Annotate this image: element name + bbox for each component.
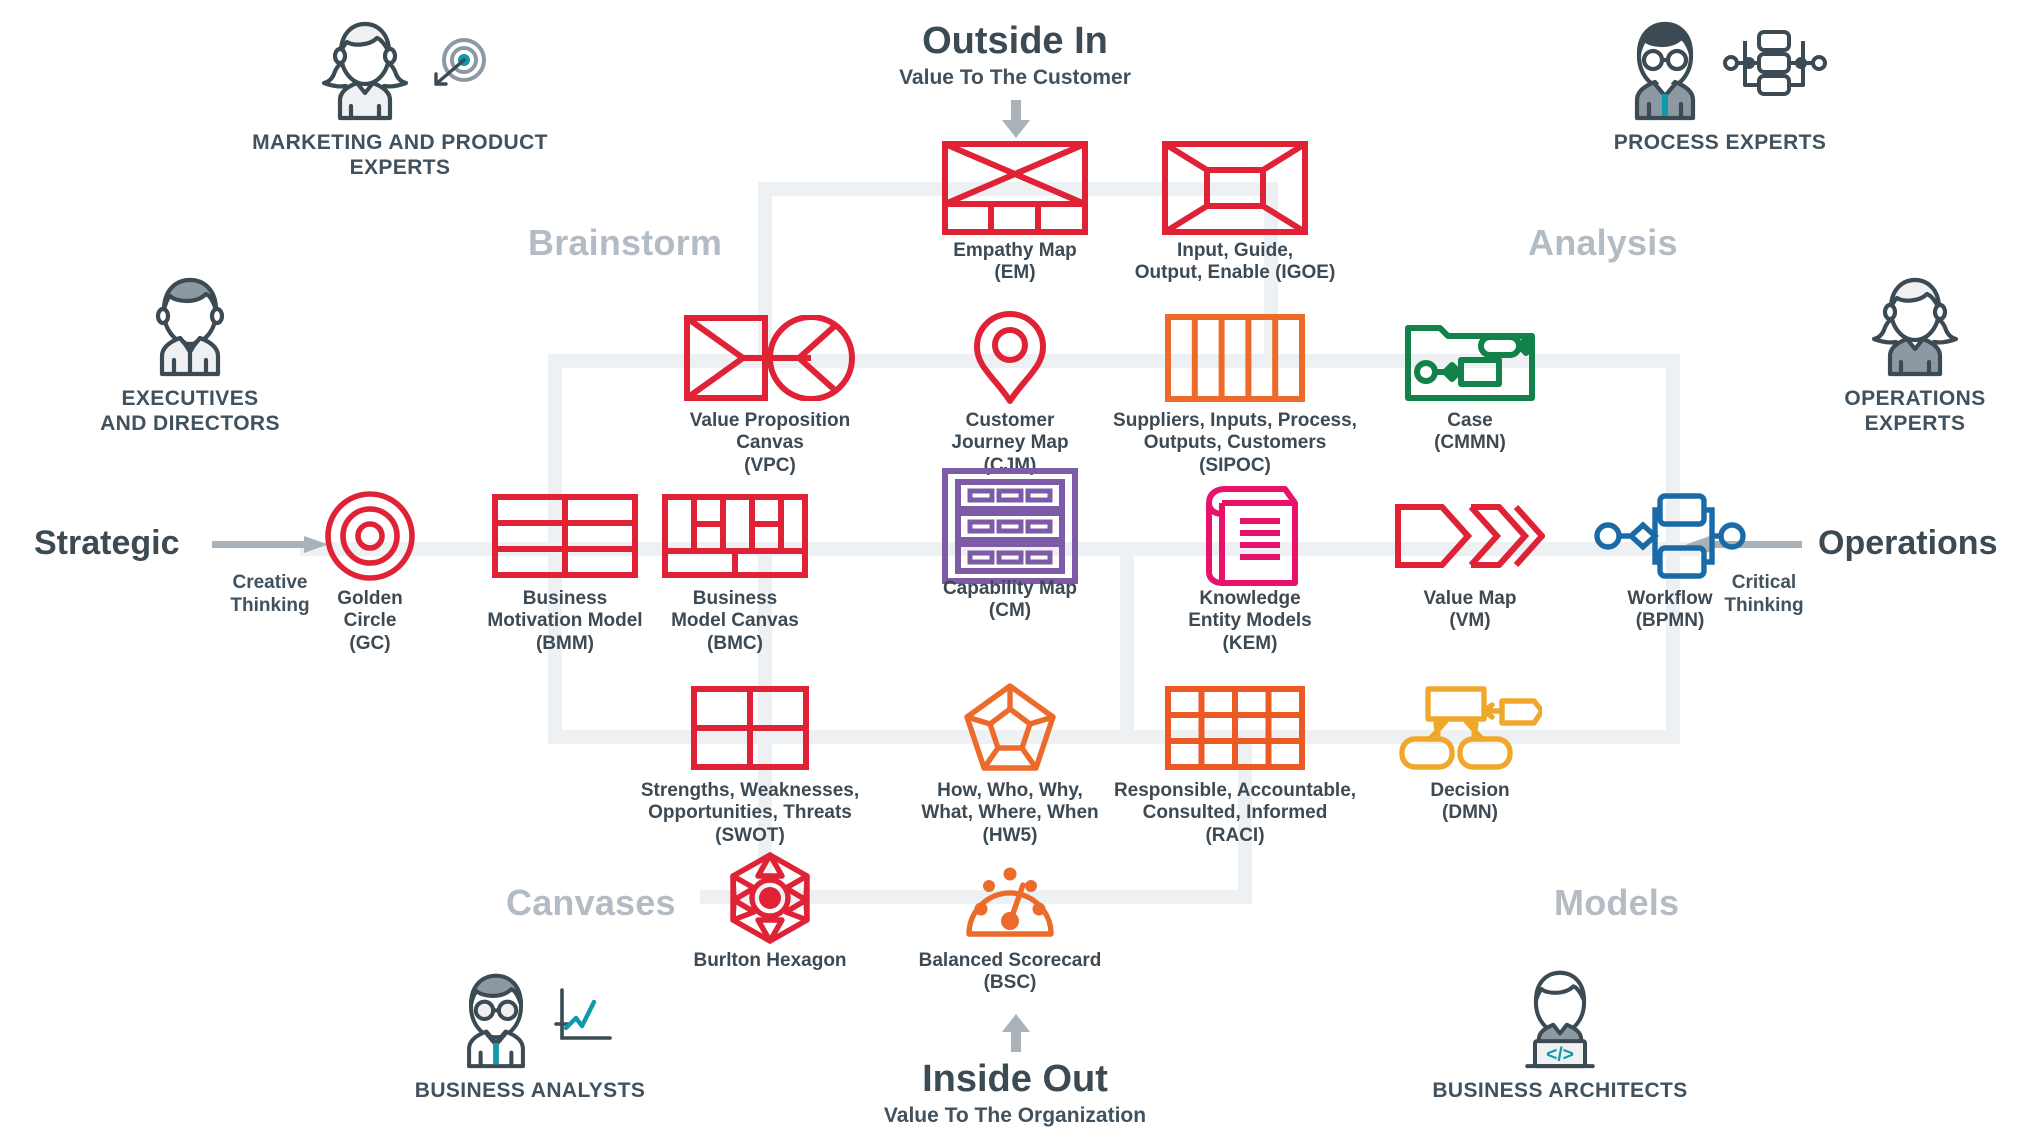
section-models: Models	[1554, 882, 1680, 923]
persona-label: PROCESS EXPERTS	[1613, 131, 1827, 154]
gauge-icon	[880, 852, 1140, 944]
analyst-avatar-with-chart-icon	[320, 962, 740, 1070]
outside-in-title: Outside In	[922, 20, 1108, 62]
operations-label: Operations	[1818, 524, 1998, 562]
down-arrow-icon	[1002, 100, 1030, 138]
tool-label: Workflow (BPMN)	[1627, 588, 1713, 632]
tool-label: Value Proposition Canvas (VPC)	[689, 410, 851, 476]
persona-label: EXECUTIVES AND DIRECTORS	[100, 387, 280, 436]
persona-operations-experts: OPERATIONS EXPERTS	[1800, 270, 2030, 436]
tool-label: Balanced Scorecard (BSC)	[918, 950, 1102, 994]
dmn-tree-icon	[1340, 682, 1600, 774]
tool-label: Strengths, Weaknesses, Opportunities, Th…	[640, 780, 860, 846]
tool-label: Input, Guide, Output, Enable (IGOE)	[1134, 240, 1336, 284]
tool-igoe[interactable]: Input, Guide, Output, Enable (IGOE)	[1080, 141, 1390, 285]
svg-text:</>: </>	[1546, 1044, 1574, 1065]
tool-label: Decision (DMN)	[1430, 780, 1510, 824]
tool-label: Responsible, Accountable, Consulted, Inf…	[1113, 780, 1357, 846]
bmc-grid-icon	[600, 490, 870, 582]
tool-raci[interactable]: Responsible, Accountable, Consulted, Inf…	[1090, 682, 1380, 847]
persona-executives-and-directors: EXECUTIVES AND DIRECTORS	[30, 270, 350, 436]
persona-label: MARKETING AND PRODUCT EXPERTS	[252, 131, 548, 180]
tool-label: Business Model Canvas (BMC)	[671, 588, 799, 654]
tool-golden-circle[interactable]: Golden Circle (GC)	[290, 490, 450, 655]
persona-business-architects: </> BUSINESS ARCHITECTS	[1330, 962, 1790, 1103]
tool-balanced-scorecard[interactable]: Balanced Scorecard (BSC)	[880, 852, 1140, 995]
female-avatar-with-target-icon	[200, 14, 600, 122]
persona-process-experts: PROCESS EXPERTS	[1520, 14, 1920, 155]
section-analysis: Analysis	[1528, 222, 1678, 263]
male-avatar-with-flowchart-icon	[1520, 14, 1920, 122]
section-brainstorm: Brainstorm	[528, 222, 723, 263]
persona-label: OPERATIONS EXPERTS	[1844, 387, 1986, 436]
executive-avatar-icon	[30, 270, 350, 378]
tool-value-proposition-canvas[interactable]: Value Proposition Canvas (VPC)	[640, 312, 900, 477]
tool-case-cmmn[interactable]: Case (CMMN)	[1340, 312, 1600, 455]
tool-label: Burlton Hexagon	[693, 950, 847, 971]
concentric-circles-icon	[290, 490, 450, 582]
grid-4x3-icon	[1090, 682, 1380, 774]
strategic-label: Strategic	[34, 524, 180, 562]
value-proposition-icon	[640, 312, 900, 404]
igoe-icon	[1080, 141, 1390, 235]
persona-marketing-and-product-experts: MARKETING AND PRODUCT EXPERTS	[200, 14, 600, 180]
tool-label: Case (CMMN)	[1434, 410, 1506, 454]
tool-sipoc[interactable]: Suppliers, Inputs, Process, Outputs, Cus…	[1090, 312, 1380, 477]
persona-label: BUSINESS ANALYSTS	[414, 1079, 646, 1102]
diagram-canvas: MARKETING AND PRODUCT EXPERTS PROCESS EX…	[0, 0, 2030, 1141]
tool-label: Suppliers, Inputs, Process, Outputs, Cus…	[1113, 410, 1357, 476]
tool-swot[interactable]: Strengths, Weaknesses, Opportunities, Th…	[620, 682, 880, 847]
inside-out-title: Inside Out	[922, 1058, 1108, 1100]
tool-label: Golden Circle (GC)	[337, 588, 403, 654]
sipoc-columns-icon	[1090, 312, 1380, 404]
tool-decision-dmn[interactable]: Decision (DMN)	[1340, 682, 1600, 825]
tool-burlton-hexagon[interactable]: Burlton Hexagon	[640, 852, 900, 972]
quadrant-2x2-icon	[620, 682, 880, 774]
case-folder-icon	[1340, 312, 1600, 404]
outside-in-subtitle: Value To The Customer	[899, 66, 1131, 89]
tool-workflow-bpmn[interactable]: Workflow (BPMN)	[1540, 490, 1800, 633]
inside-out-subtitle: Value To The Organization	[883, 1104, 1147, 1127]
bpmn-flow-icon	[1540, 490, 1800, 582]
persona-label: BUSINESS ARCHITECTS	[1432, 1079, 1688, 1102]
hexagon-burst-icon	[640, 852, 900, 944]
persona-business-analysts: BUSINESS ANALYSTS	[320, 962, 740, 1103]
tool-business-model-canvas[interactable]: Business Model Canvas (BMC)	[600, 490, 870, 655]
up-arrow-icon	[1002, 1014, 1030, 1052]
architect-avatar-with-laptop-icon: </>	[1330, 962, 1790, 1070]
female-avatar-icon	[1800, 270, 2030, 378]
